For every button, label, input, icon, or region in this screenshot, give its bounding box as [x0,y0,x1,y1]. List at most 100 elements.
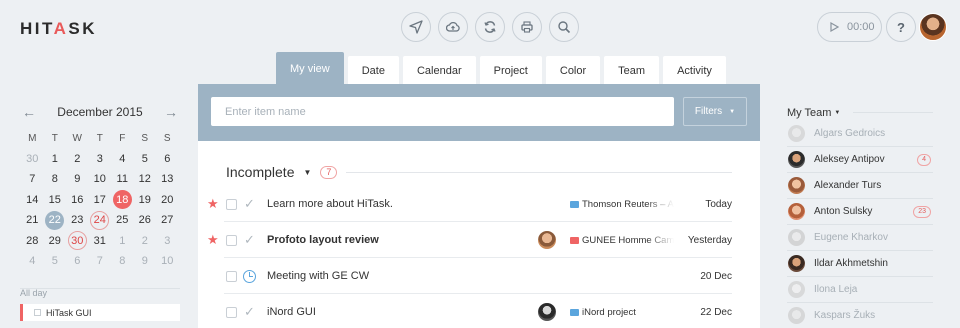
tab-color[interactable]: Color [545,56,601,85]
calendar-day[interactable]: 18 [111,190,134,211]
calendar-day[interactable]: 11 [111,169,134,190]
prev-month-button[interactable]: ← [20,104,38,120]
user-avatar[interactable] [919,13,947,41]
tab-calendar[interactable]: Calendar [402,56,476,85]
timer-button[interactable]: 00:00 [817,12,882,42]
calendar-day[interactable]: 7 [21,169,44,190]
calendar-day[interactable]: 12 [134,169,157,190]
check-icon[interactable]: ✓ [244,304,255,320]
check-icon[interactable]: ✓ [244,232,255,248]
calendar-day-number: 17 [93,193,106,206]
calendar-day[interactable]: 3 [156,231,179,252]
calendar-day[interactable]: 7 [89,251,112,272]
calendar-day[interactable]: 2 [134,231,157,252]
tab-project[interactable]: Project [479,56,542,85]
task-title[interactable]: Meeting with GE CW [267,270,369,282]
task-row[interactable]: Meeting with GE CW 20 Dec [198,258,760,294]
calendar-day[interactable]: 24 [89,210,112,231]
weekday-label: F [119,132,126,144]
calendar-day[interactable]: 14 [21,190,44,211]
team-member[interactable]: Anton Sulsky 23 [787,199,933,225]
calendar-day[interactable]: 6 [66,251,89,272]
sync-button[interactable] [475,12,505,42]
team-header[interactable]: My Team ▼ [787,104,933,121]
calendar-day-number: 27 [161,214,174,227]
calendar-day-number: 7 [96,255,103,268]
calendar-day[interactable]: 2 [66,149,89,170]
calendar-day[interactable]: 17 [89,190,112,211]
task-title[interactable]: iNord GUI [267,306,316,318]
check-icon[interactable]: ✓ [244,196,255,212]
task-title[interactable]: Learn more about HiTask. [267,198,393,210]
calendar-day[interactable]: 10 [156,251,179,272]
task-checkbox[interactable] [226,198,237,210]
calendar-day[interactable]: 30 [66,231,89,252]
calendar-day[interactable]: 30 [21,149,44,170]
all-day-item-checkbox[interactable] [34,309,41,316]
calendar-day[interactable]: 9 [66,169,89,190]
team-member[interactable]: Eugene Kharkov [787,225,933,251]
tab-team[interactable]: Team [604,56,660,85]
task-project[interactable]: Thomson Reuters – Ad [582,199,674,210]
calendar-day[interactable]: 20 [156,190,179,211]
task-checkbox[interactable] [226,306,237,318]
filters-button[interactable]: Filters ▼ [683,97,747,126]
task-row[interactable]: ✓ iNord GUI iNord project 22 Dec [198,294,760,328]
item-name-input[interactable] [211,97,674,126]
calendar-day[interactable]: 15 [44,190,67,211]
team-member[interactable]: Algars Gedroics [787,121,933,147]
calendar-day[interactable]: 6 [156,149,179,170]
calendar-day[interactable]: 26 [134,210,157,231]
calendar-day[interactable]: 28 [21,231,44,252]
task-row[interactable]: ★ ✓ Profoto layout review GUNEE Homme Campa… [198,222,760,258]
cloud-upload-button[interactable] [438,12,468,42]
calendar-day[interactable]: 31 [89,231,112,252]
task-project[interactable]: GUNEE Homme Campaign [582,235,674,246]
task-checkbox[interactable] [226,270,237,282]
search-button[interactable] [549,12,579,42]
calendar-day[interactable]: 5 [134,149,157,170]
tab-activity[interactable]: Activity [663,56,726,85]
calendar-day[interactable]: 1 [111,231,134,252]
calendar-day[interactable]: 23 [66,210,89,231]
calendar-day[interactable]: 19 [134,190,157,211]
hitask-logo[interactable]: HITASK [20,19,97,39]
calendar-day[interactable]: 16 [66,190,89,211]
tab-my-view[interactable]: My view [276,52,344,85]
calendar-day[interactable]: 9 [134,251,157,272]
team-member[interactable]: Ilona Leja [787,277,933,303]
calendar-day[interactable]: 8 [111,251,134,272]
calendar-day[interactable]: 25 [111,210,134,231]
send-button[interactable] [401,12,431,42]
calendar-day[interactable]: 13 [156,169,179,190]
help-button[interactable]: ? [886,12,916,42]
team-member[interactable]: Kaspars Žuks [787,303,933,328]
star-icon[interactable]: ★ [207,232,219,248]
task-checkbox[interactable] [226,234,237,246]
chevron-down-icon: ▼ [729,108,736,115]
calendar-day[interactable]: 4 [21,251,44,272]
calendar-day[interactable]: 21 [21,210,44,231]
team-member[interactable]: Alexander Turs [787,173,933,199]
star-icon[interactable]: ★ [207,196,219,212]
team-member[interactable]: Ildar Akhmetshin [787,251,933,277]
next-month-button[interactable]: → [162,104,180,120]
calendar-day[interactable]: 3 [89,149,112,170]
task-row[interactable]: ★ ✓ Learn more about HiTask. Thomson Reuter… [198,186,760,222]
team-member[interactable]: Aleksey Antipov 4 [787,147,933,173]
calendar-day[interactable]: 8 [44,169,67,190]
calendar-day[interactable]: 29 [44,231,67,252]
print-button[interactable] [512,12,542,42]
calendar-day[interactable]: 4 [111,149,134,170]
all-day-item[interactable]: HiTask GUI [20,304,180,321]
calendar-day[interactable]: 22 [44,210,67,231]
incomplete-group-header[interactable]: Incomplete ▼ 7 [226,164,338,180]
calendar-day[interactable]: 10 [89,169,112,190]
task-project[interactable]: iNord project [582,307,674,318]
tab-date[interactable]: Date [347,56,399,85]
calendar-day[interactable]: 1 [44,149,67,170]
task-title[interactable]: Profoto layout review [267,234,379,246]
calendar-day-number: 31 [93,234,106,247]
calendar-day[interactable]: 5 [44,251,67,272]
calendar-day[interactable]: 27 [156,210,179,231]
